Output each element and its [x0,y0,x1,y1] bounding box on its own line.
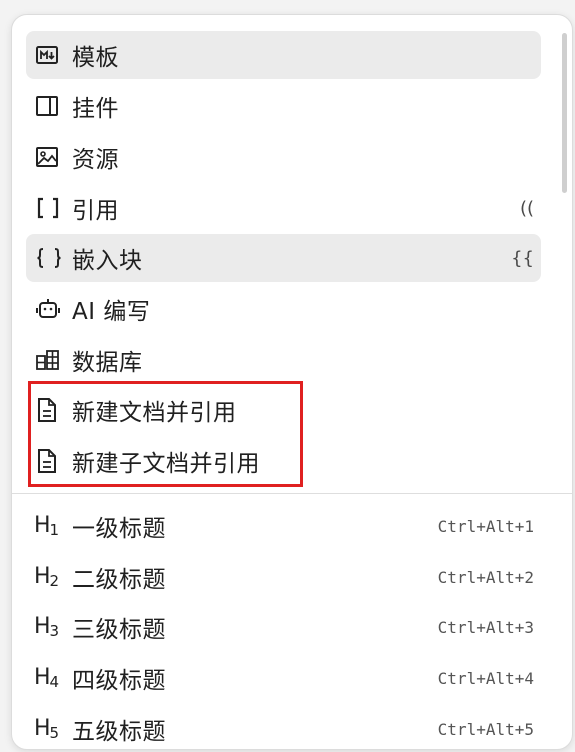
shortcut-hint: (( [519,197,534,219]
menu-item-embed-block[interactable]: 嵌入块 {{ [26,234,541,282]
menu-item-ai-write[interactable]: AI 编写 [26,285,541,333]
menu-item-label: 挂件 [72,96,119,122]
menu-item-label: 资源 [72,147,119,173]
menu-item-heading-5[interactable]: H5 五级标题 Ctrl+Alt+5 [26,705,541,749]
menu-item-reference[interactable]: 引用 (( [26,184,541,232]
shortcut-hint: Ctrl+Alt+4 [437,668,534,688]
menu-item-label: 嵌入块 [72,248,143,274]
menu-item-heading-1[interactable]: H1 一级标题 Ctrl+Alt+1 [26,502,541,550]
menu-divider [12,493,572,494]
heading-2-icon: H2 [34,564,60,590]
menu-item-label: 五级标题 [72,719,166,745]
heading-3-icon: H3 [34,614,60,640]
widget-icon [26,96,72,116]
robot-icon [26,298,72,320]
image-icon [26,147,72,167]
menu-item-label: 三级标题 [72,617,166,643]
annotation-highlight-box [28,381,303,487]
menu-item-label: 二级标题 [72,567,166,593]
markdown-icon [26,46,72,64]
menu-item-heading-2[interactable]: H2 二级标题 Ctrl+Alt+2 [26,553,541,601]
shortcut-hint: Ctrl+Alt+3 [437,617,534,637]
menu-item-label: AI 编写 [72,299,151,325]
menu-item-label: 四级标题 [72,668,166,694]
shortcut-hint: Ctrl+Alt+2 [437,567,534,587]
heading-5-icon: H5 [34,716,60,742]
menu-item-template[interactable]: 模板 [26,31,541,79]
menu-item-label: 引用 [72,198,119,224]
heading-4-icon: H4 [34,665,60,691]
menu-item-label: 一级标题 [72,516,166,542]
menu-item-widget[interactable]: 挂件 [26,82,541,130]
menu-item-label: 数据库 [72,350,143,376]
menu-item-heading-4[interactable]: H4 四级标题 Ctrl+Alt+4 [26,654,541,702]
brackets-icon [26,197,72,219]
heading-1-icon: H1 [34,513,60,539]
slash-command-menu: 模板 挂件 资源 引用 ((嵌入块 {{AI 编写 数据库 新建文档并引用 … [11,14,573,750]
shortcut-hint: {{ [511,247,534,269]
scrollbar-thumb[interactable] [562,33,567,193]
menu-item-heading-3[interactable]: H3 三级标题 Ctrl+Alt+3 [26,603,541,651]
menu-item-label: 模板 [72,45,119,71]
braces-icon [26,247,72,269]
menu-item-asset[interactable]: 资源 [26,133,541,181]
shortcut-hint: Ctrl+Alt+5 [437,719,534,739]
menu-item-database[interactable]: 数据库 [26,336,541,384]
database-icon [26,350,72,370]
shortcut-hint: Ctrl+Alt+1 [437,516,534,536]
